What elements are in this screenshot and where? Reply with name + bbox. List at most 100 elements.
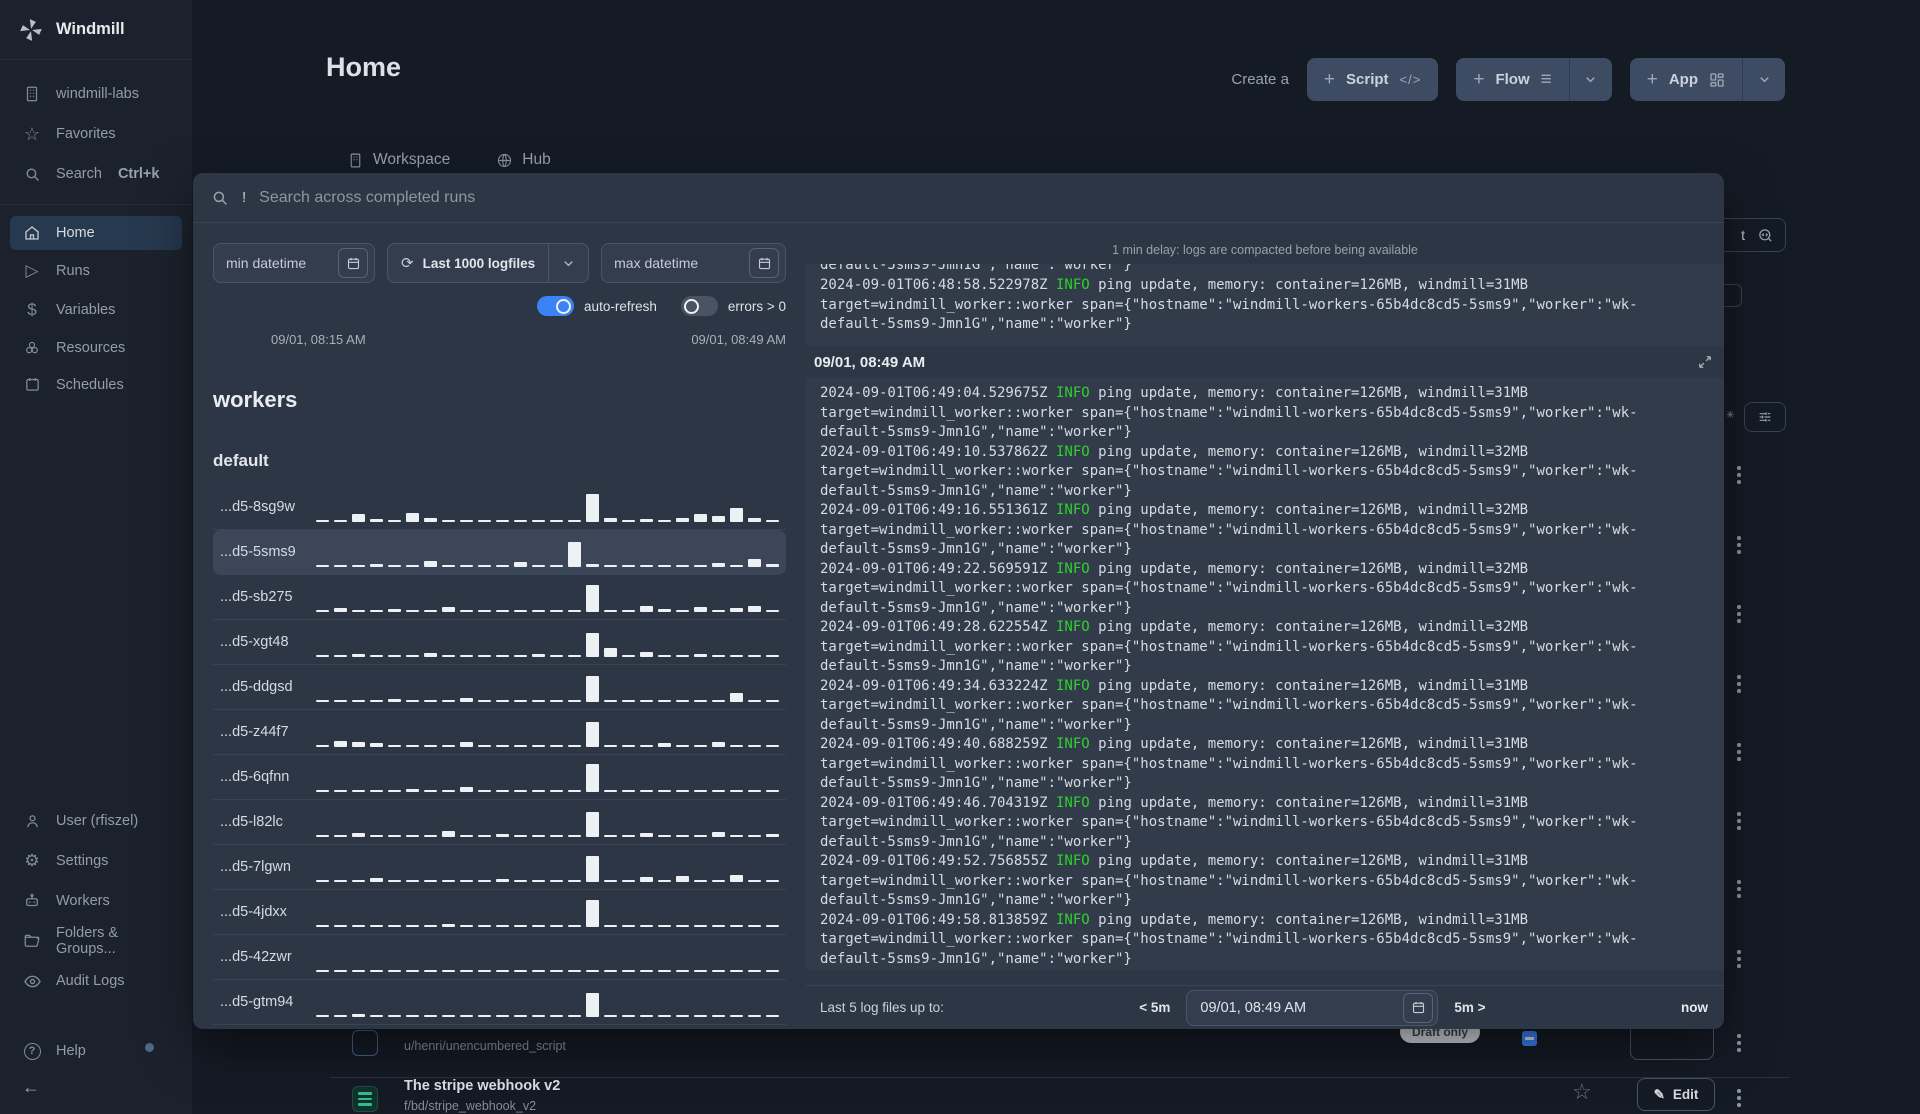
create-toolbar: Create a + Script </> + Flow ≡ + App [1231,58,1785,101]
completed-runs-search-input[interactable] [259,188,1706,207]
sidebar: Windmill windmill-labs ☆ Favorites Searc… [0,0,192,1114]
worker-row[interactable]: ...d5-ddgsd [213,665,786,710]
create-script-button[interactable]: + Script </> [1306,58,1439,101]
min-datetime-field[interactable] [213,243,375,283]
sidebar-item-runs[interactable]: ▷ Runs [10,253,182,289]
worker-row[interactable]: ...d5-sb275 [213,575,786,620]
expand-fullscreen-button[interactable] [1694,353,1716,371]
filter-sliders-button[interactable] [1744,402,1786,432]
worker-row[interactable]: ...d5-5sms9 [213,530,786,575]
sidebar-item-label: Search [56,166,102,182]
sidebar-item-home[interactable]: Home [10,216,182,250]
sidebar-item-favorites[interactable]: ☆ Favorites [0,114,192,154]
globe-icon [496,152,513,169]
errors-toggle[interactable] [680,296,718,316]
row-kebab-menu[interactable] [1734,602,1744,626]
script-language-icon [352,1086,378,1112]
help-icon: ? [22,1042,42,1060]
next-5m-button[interactable]: 5m > [1454,1000,1485,1015]
sidebar-item-resources[interactable]: Resources [10,331,182,365]
calendar-icon [22,376,42,393]
sidebar-item-label: Settings [56,853,109,869]
dollar-icon: $ [27,300,37,319]
worker-row[interactable]: ...d5-8sg9w [213,485,786,530]
worker-row[interactable]: ...d5-z44f7 [213,710,786,755]
auto-refresh-toggle[interactable] [537,296,575,316]
windmill-logo-icon [18,17,44,43]
worker-row[interactable]: ...d5-7lgwn [213,845,786,890]
clipped-log-line: default-5sms9-Jmn1G","name":"worker"} [820,264,1132,273]
sidebar-item-workers[interactable]: Workers [0,881,192,921]
worker-row[interactable]: ...d5-6qfnn [213,755,786,800]
row-kebab-menu[interactable] [1734,463,1744,487]
calendar-icon[interactable] [749,248,779,278]
worker-row[interactable]: ...d5-42zwr [213,935,786,980]
row-kebab-menu[interactable] [1734,1086,1744,1110]
row-kebab-menu[interactable] [1734,809,1744,833]
search-icon [22,166,42,183]
max-datetime-field[interactable] [601,243,786,283]
row-kebab-menu[interactable] [1734,1031,1744,1055]
row-kebab-menu[interactable] [1734,740,1744,764]
worker-row[interactable]: ...d5-l82lc [213,800,786,845]
edit-button-label: Edit [1672,1087,1699,1102]
pencil-icon: ✎ [1653,1086,1665,1102]
workers-panel: ⟳ Last 1000 logfiles [193,223,806,1029]
favorite-star-icon[interactable]: ☆ [1572,1079,1592,1105]
logfiles-dropdown-button[interactable] [548,244,588,282]
worker-activity-sparkline [316,762,779,792]
row-kebab-menu[interactable] [1734,672,1744,696]
sidebar-item-audit-logs[interactable]: Audit Logs [0,961,192,1001]
app-root: Windmill windmill-labs ☆ Favorites Searc… [0,0,1920,1114]
collapse-sidebar-button[interactable]: ← [0,1071,192,1114]
sidebar-item-settings[interactable]: ⚙ Settings [0,841,192,881]
sidebar-item-label: Home [56,225,95,241]
sidebar-item-label: Folders & Groups... [56,925,119,957]
row-kebab-menu[interactable] [1734,947,1744,971]
sidebar-top-group: windmill-labs ☆ Favorites Search Ctrl+k [0,60,192,204]
log-delay-notice: 1 min delay: logs are compacted before b… [1112,243,1418,257]
range-end-time: 09/01, 08:49 AM [691,332,786,347]
sidebar-item-search[interactable]: Search Ctrl+k [0,154,192,194]
range-start-time: 09/01, 08:15 AM [271,332,366,347]
footer-datetime-field[interactable]: 09/01, 08:49 AM [1186,989,1439,1026]
logfiles-selected-option[interactable]: ⟳ Last 1000 logfiles [388,254,548,272]
worker-name: ...d5-z44f7 [220,724,289,740]
create-flow-button[interactable]: + Flow ≡ [1456,58,1569,101]
search-shortcut: Ctrl+k [117,166,160,182]
calendar-icon[interactable] [1403,992,1434,1023]
sidebar-item-label: Help [56,1043,86,1059]
max-datetime-input[interactable] [614,255,705,271]
code-icon: </> [1399,72,1422,87]
chevron-down-icon [1586,77,1595,83]
tab-hub[interactable]: Hub [496,151,551,169]
row-kebab-menu[interactable] [1734,877,1744,901]
min-datetime-input[interactable] [226,255,316,271]
star-icon: ☆ [23,123,41,144]
auto-refresh-label: auto-refresh [584,298,657,314]
sidebar-item-folders-groups[interactable]: Folders & Groups... [0,921,192,961]
sidebar-item-help[interactable]: ? Help [0,1031,192,1071]
prev-5m-button[interactable]: < 5m [1139,1000,1170,1015]
worker-activity-sparkline [316,942,779,972]
calendar-icon[interactable] [338,248,368,278]
flow-list-icon: ≡ [1540,68,1552,90]
sidebar-item-variables[interactable]: $ Variables [10,292,182,328]
log-previous-block: default-5sms9-Jmn1G","name":"worker"} 20… [806,264,1724,346]
tab-workspace[interactable]: Workspace [347,151,450,169]
sidebar-item-workspace[interactable]: windmill-labs [0,74,192,114]
worker-row[interactable]: ...d5-xgt48 [213,620,786,665]
logfiles-select: ⟳ Last 1000 logfiles [387,243,590,283]
row-kebab-menu[interactable] [1734,533,1744,557]
flow-dropdown-button[interactable] [1568,58,1612,101]
sidebar-item-schedules[interactable]: Schedules [10,368,182,401]
worker-activity-sparkline [316,537,779,567]
worker-row[interactable]: ...d5-4jdxx [213,890,786,935]
worker-row[interactable]: ...d5-gtm94 [213,980,786,1025]
create-app-button[interactable]: + App [1629,58,1742,101]
now-button[interactable]: now [1681,1000,1708,1015]
sidebar-item-user[interactable]: User (rfiszel) [0,801,192,841]
play-icon: ▷ [25,261,39,280]
app-dropdown-button[interactable] [1742,58,1785,101]
edit-button[interactable]: ✎ Edit [1637,1078,1715,1111]
